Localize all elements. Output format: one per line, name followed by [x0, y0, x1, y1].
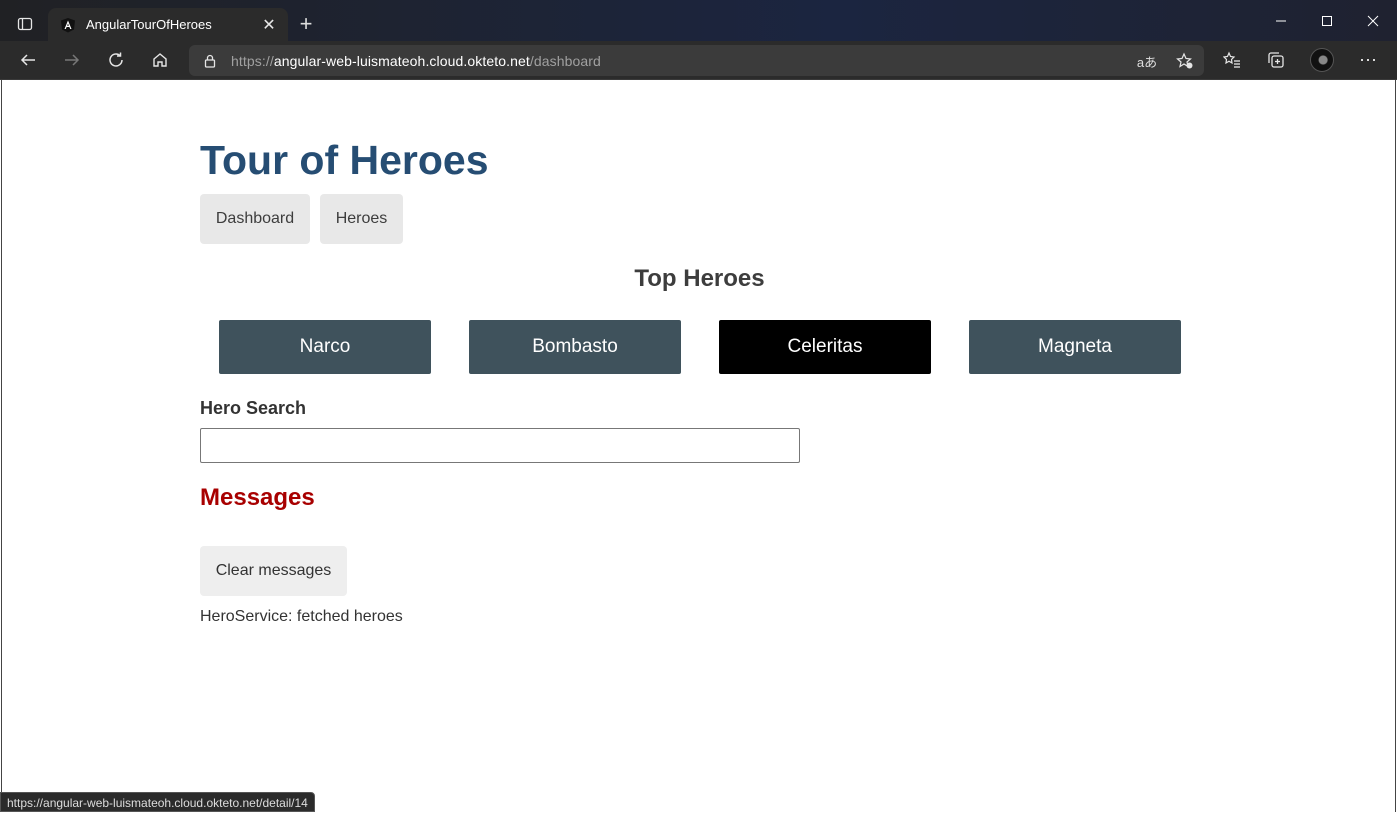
back-icon[interactable]	[12, 45, 44, 75]
maximize-icon[interactable]	[1304, 0, 1350, 41]
browser-tab-active[interactable]: AngularTourOfHeroes ✕	[48, 8, 288, 41]
top-heroes-title: Top Heroes	[634, 265, 765, 292]
profile-avatar[interactable]	[1310, 48, 1334, 72]
tab-title: AngularTourOfHeroes	[86, 17, 212, 32]
url-host: angular-web-luismateoh.cloud.okteto.net	[273, 52, 530, 69]
nav-dashboard-button[interactable]: Dashboard	[200, 194, 310, 244]
new-tab-icon[interactable]: +	[293, 12, 319, 38]
status-bar-url: https://angular-web-luismateoh.cloud.okt…	[0, 792, 315, 812]
message-item: HeroService: fetched heroes	[200, 608, 403, 625]
home-icon[interactable]	[144, 45, 176, 75]
forward-icon[interactable]	[56, 45, 88, 75]
angular-icon	[61, 17, 75, 32]
url-path: /dashboard	[529, 52, 601, 69]
hero-card[interactable]: Bombasto	[469, 320, 681, 374]
clear-messages-button[interactable]: Clear messages	[200, 546, 347, 596]
collections-icon[interactable]	[1260, 45, 1292, 75]
browser-titlebar: AngularTourOfHeroes ✕ +	[0, 0, 1397, 41]
browser-toolbar: https://angular-web-luismateoh.cloud.okt…	[0, 41, 1397, 80]
address-bar[interactable]: https://angular-web-luismateoh.cloud.okt…	[189, 45, 1204, 76]
nav-heroes-button[interactable]: Heroes	[320, 194, 403, 244]
hero-card[interactable]: Magneta	[969, 320, 1181, 374]
hero-card[interactable]: Narco	[219, 320, 431, 374]
messages-title: Messages	[200, 484, 315, 511]
page-content: Tour of Heroes Dashboard Heroes Top Hero…	[1, 80, 1396, 812]
close-window-icon[interactable]	[1350, 0, 1396, 41]
close-tab-icon[interactable]: ✕	[260, 15, 278, 35]
url-text[interactable]: https://angular-web-luismateoh.cloud.okt…	[231, 53, 601, 69]
translate-icon[interactable]: aあ	[1136, 50, 1158, 72]
app-title: Tour of Heroes	[200, 137, 489, 183]
tab-actions-icon[interactable]	[8, 8, 42, 40]
lock-icon[interactable]	[203, 54, 217, 68]
url-scheme: https://	[231, 52, 274, 69]
more-options-icon[interactable]: ⋯	[1352, 45, 1384, 75]
add-favorite-icon[interactable]	[1174, 50, 1196, 72]
hero-search-label: Hero Search	[200, 398, 307, 418]
refresh-icon[interactable]	[100, 45, 132, 75]
minimize-icon[interactable]	[1258, 0, 1304, 41]
favorites-icon[interactable]	[1216, 45, 1248, 75]
hero-search-input[interactable]	[200, 428, 800, 463]
hero-card-selected[interactable]: Celeritas	[719, 320, 931, 374]
